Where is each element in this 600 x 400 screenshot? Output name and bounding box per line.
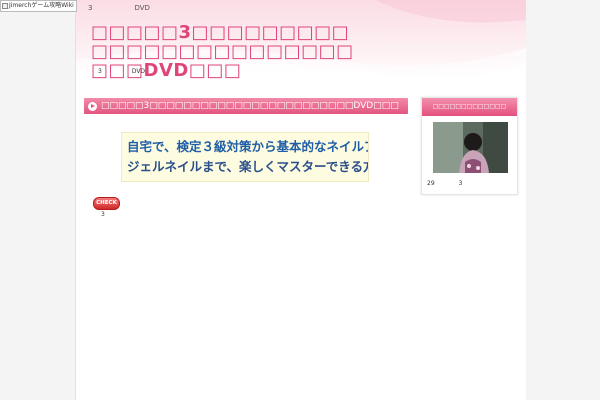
sidebar-widget: □□□□□□□□□□□□□ 29 3 <box>421 97 518 195</box>
kimono-photo-image <box>433 122 508 173</box>
nail-course-banner[interactable]: 自宅で、検定３級対策から基本的なネイルアート、 ジェルネイルまで、楽しくマスター… <box>121 132 369 182</box>
page-icon <box>2 3 8 9</box>
arrow-circle-icon <box>88 101 97 111</box>
main-content: □□□□□3□□□□□□□□□□□□□□□□□□□□□□□□DVD□□□ 自宅で… <box>84 98 408 400</box>
check-text: 3 <box>101 211 105 218</box>
header-subtagline: 3 DVD <box>98 68 146 75</box>
banner-line-1: 自宅で、検定３級対策から基本的なネイルアート、 <box>127 139 368 154</box>
sidebar-caption: 29 3 <box>427 180 463 187</box>
site-badge-label: Jimerchゲーム攻略Wiki <box>9 2 74 9</box>
post-title-bar: □□□□□3□□□□□□□□□□□□□□□□□□□□□□□□DVD□□□ <box>84 98 408 114</box>
sidebar-heading: □□□□□□□□□□□□□ <box>422 98 517 116</box>
site-badge[interactable]: Jimerchゲーム攻略Wiki <box>0 0 77 12</box>
page-container: 3 DVD □□□□□3□□□□□□□□□□□□□□□□□□□□□□□□□□□D… <box>75 0 527 400</box>
right-background <box>526 0 600 400</box>
header-tagline: 3 DVD <box>88 4 150 12</box>
check-button[interactable]: CHECK <box>93 197 120 210</box>
post-title[interactable]: □□□□□3□□□□□□□□□□□□□□□□□□□□□□□□DVD□□□ <box>101 101 399 111</box>
sidebar-photo[interactable] <box>433 122 508 173</box>
site-header: 3 DVD □□□□□3□□□□□□□□□□□□□□□□□□□□□□□□□□□D… <box>76 0 526 88</box>
banner-line-2: ジェルネイルまで、楽しくマスターできる方法があります。 <box>127 159 369 174</box>
